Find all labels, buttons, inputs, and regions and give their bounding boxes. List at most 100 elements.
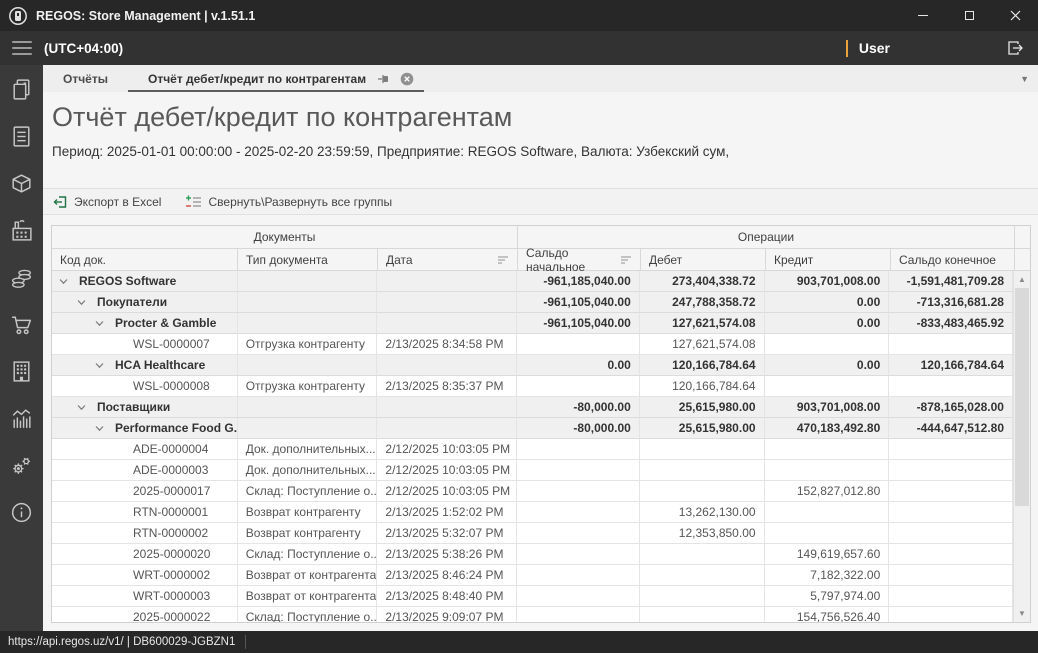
export-excel-button[interactable]: Экспорт в Excel — [52, 194, 161, 210]
expand-chevron-icon[interactable] — [95, 362, 115, 369]
cell-date — [377, 355, 518, 376]
cell-closing-balance — [889, 523, 1013, 544]
cell-doc-type: Док. дополнительных... — [237, 460, 378, 481]
table-row[interactable]: Performance Food G... -80,000.00 25,615,… — [52, 418, 1013, 439]
app-title: REGOS: Store Management | v.1.51.1 — [36, 8, 256, 23]
vertical-scrollbar[interactable]: ▲ ▼ — [1013, 271, 1030, 622]
table-row[interactable]: RTN-0000001 Возврат контрагенту 2/13/202… — [52, 502, 1013, 523]
table-row[interactable]: 2025-0000017 Склад: Поступление о... 2/1… — [52, 481, 1013, 502]
column-header-closing-balance[interactable]: Сальдо конечное — [891, 249, 1015, 271]
tab-reports[interactable]: Отчёты — [43, 65, 128, 92]
table-row[interactable]: REGOS Software -961,185,040.00 273,404,3… — [52, 271, 1013, 292]
table-row[interactable]: WSL-0000008 Отгрузка контрагенту 2/13/20… — [52, 376, 1013, 397]
cell-closing-balance — [889, 586, 1013, 607]
table-row[interactable]: Покупатели -961,105,040.00 247,788,358.7… — [52, 292, 1013, 313]
cell-credit: 154,756,526.40 — [765, 607, 890, 622]
tab-debit-credit-report[interactable]: Отчёт дебет/кредит по контрагентам — [127, 65, 425, 92]
maximize-button[interactable] — [946, 0, 992, 31]
column-header-credit[interactable]: Кредит — [766, 249, 891, 271]
export-excel-label: Экспорт в Excel — [74, 194, 162, 209]
cell-doc-type: Склад: Поступление о... — [237, 544, 378, 565]
collapse-expand-groups-button[interactable]: Свернуть\Развернуть все группы — [185, 194, 392, 210]
cell-credit: 149,619,657.60 — [764, 544, 890, 565]
cell-opening-balance: -961,105,040.00 — [517, 292, 640, 313]
table-row[interactable]: ADE-0000004 Док. дополнительных... 2/12/… — [52, 439, 1013, 460]
cart-icon[interactable] — [9, 311, 35, 337]
cell-doc-type: Возврат контрагенту — [237, 523, 378, 544]
scrollbar-thumb[interactable] — [1015, 288, 1029, 506]
close-button[interactable] — [992, 0, 1038, 31]
collapse-expand-label: Свернуть\Развернуть все группы — [208, 194, 393, 209]
page-head: Отчёт дебет/кредит по контрагентам Перио… — [43, 92, 1038, 161]
cell-credit: 0.00 — [764, 292, 890, 313]
column-header-opening-balance[interactable]: Сальдо начальное — [518, 246, 641, 274]
table-row[interactable]: Procter & Gamble -961,105,040.00 127,621… — [52, 313, 1013, 334]
column-header-doc-type[interactable]: Тип документа — [238, 249, 378, 271]
table-row[interactable]: 2025-0000020 Склад: Поступление о... 2/1… — [52, 544, 1013, 565]
expand-chevron-icon[interactable] — [95, 320, 115, 327]
user-menu[interactable]: User — [859, 40, 890, 56]
cell-debit — [639, 565, 765, 586]
cell-closing-balance: -833,483,465.92 — [889, 313, 1013, 334]
table-row[interactable]: ADE-0000003 Док. дополнительных... 2/12/… — [52, 460, 1013, 481]
expand-chevron-icon[interactable] — [59, 278, 79, 285]
titlebar: REGOS: Store Management | v.1.51.1 — [0, 0, 1038, 31]
cell-doc-code: WRT-0000002 — [52, 565, 238, 586]
cell-doc-type — [237, 418, 378, 439]
table-row[interactable]: HCA Healthcare 0.00 120,166,784.64 0.00 … — [52, 355, 1013, 376]
coins-icon[interactable] — [9, 264, 35, 290]
info-icon[interactable] — [9, 499, 35, 525]
column-header-debit[interactable]: Дебет — [641, 249, 766, 271]
expand-chevron-icon[interactable] — [95, 425, 115, 432]
cell-doc-type: Отгрузка контрагенту — [237, 334, 378, 355]
chart-icon[interactable] — [9, 405, 35, 431]
table-row[interactable]: WSL-0000007 Отгрузка контрагенту 2/13/20… — [52, 334, 1013, 355]
expand-chevron-icon[interactable] — [77, 299, 97, 306]
cell-credit: 152,827,012.80 — [764, 481, 890, 502]
report-grid: Документы Операции Код док. Тип документ… — [51, 225, 1031, 623]
pin-icon[interactable] — [376, 72, 390, 86]
document-icon[interactable] — [9, 123, 35, 149]
cell-closing-balance: -713,316,681.28 — [889, 292, 1013, 313]
cell-credit — [764, 502, 890, 523]
cell-opening-balance: -80,000.00 — [517, 418, 640, 439]
factory-icon[interactable] — [9, 217, 35, 243]
cell-opening-balance — [517, 586, 640, 607]
scroll-down-arrow-icon[interactable]: ▼ — [1014, 605, 1030, 622]
cell-doc-type: Склад: Поступление о... — [238, 607, 378, 622]
tab-close-icon[interactable] — [400, 72, 414, 86]
column-header-date[interactable]: Дата — [378, 249, 518, 271]
cell-credit — [764, 523, 890, 544]
cell-doc-code: ADE-0000004 — [52, 439, 238, 460]
cell-debit: 25,615,980.00 — [639, 397, 765, 418]
minimize-button[interactable] — [900, 0, 946, 31]
collapse-expand-icon — [186, 195, 202, 207]
band-corner — [1015, 226, 1030, 249]
tabbar: Отчёты Отчёт дебет/кредит по контрагента… — [43, 65, 1038, 92]
expand-chevron-icon[interactable] — [77, 404, 97, 411]
cell-credit: 903,701,008.00 — [764, 397, 890, 418]
hamburger-menu-icon[interactable] — [0, 41, 43, 55]
cell-date: 2/13/2025 8:46:24 PM — [377, 565, 518, 586]
cell-credit — [764, 460, 890, 481]
package-icon[interactable] — [9, 170, 35, 196]
gears-icon[interactable] — [9, 452, 35, 478]
cell-doc-code: HCA Healthcare — [52, 355, 238, 376]
app-window: REGOS: Store Management | v.1.51.1 (UTC+… — [0, 0, 1038, 653]
cell-debit: 247,788,358.72 — [639, 292, 765, 313]
cell-doc-type: Возврат от контрагента — [237, 565, 378, 586]
cell-debit — [639, 586, 765, 607]
report-toolbar: Экспорт в Excel Свернуть\Развернуть все … — [43, 188, 1038, 215]
table-row[interactable]: RTN-0000002 Возврат контрагенту 2/13/202… — [52, 523, 1013, 544]
building-icon[interactable] — [9, 358, 35, 384]
table-row[interactable]: WRT-0000003 Возврат от контрагента 2/13/… — [52, 586, 1013, 607]
scroll-up-arrow-icon[interactable]: ▲ — [1014, 271, 1030, 288]
table-row[interactable]: WRT-0000002 Возврат от контрагента 2/13/… — [52, 565, 1013, 586]
table-row[interactable]: Поставщики -80,000.00 25,615,980.00 903,… — [52, 397, 1013, 418]
column-header-doc-code[interactable]: Код док. — [52, 249, 238, 271]
copy-pages-icon[interactable] — [9, 76, 35, 102]
tab-list-dropdown-icon[interactable]: ▼ — [1020, 74, 1029, 84]
cell-doc-type — [237, 397, 378, 418]
logout-button[interactable] — [1005, 38, 1025, 58]
table-row[interactable]: 2025-0000022 Склад: Поступление о... 2/1… — [52, 607, 1013, 622]
